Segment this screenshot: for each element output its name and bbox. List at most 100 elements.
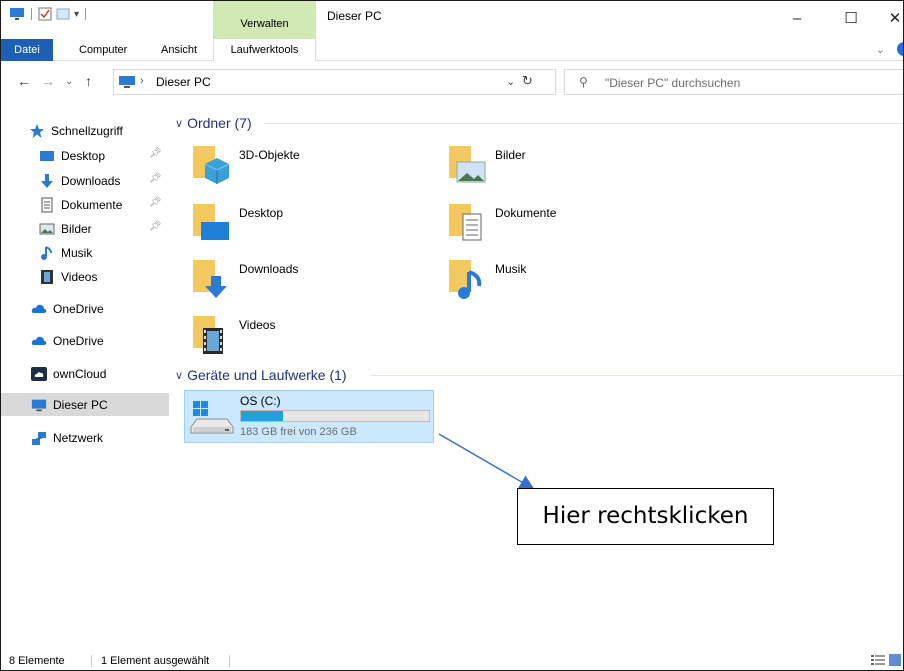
navigation-pane: Schnellzugriff Desktop 📌︎ Downloads 📌︎ D… — [1, 102, 169, 650]
close-icon: ✕ — [888, 10, 902, 27]
sidebar-item-onedrive[interactable]: OneDrive — [1, 297, 169, 320]
sidebar-item-downloads[interactable]: Downloads 📌︎ — [1, 169, 169, 192]
folder-downloads[interactable]: Downloads — [171, 254, 411, 304]
status-bar: 8 Elemente 1 Element ausgewählt — [1, 650, 903, 670]
sidebar-item-label: OneDrive — [53, 333, 104, 348]
cloud-icon — [31, 304, 47, 313]
drive-usage-bar — [240, 410, 430, 422]
sidebar-item-onedrive-2[interactable]: OneDrive — [1, 329, 169, 352]
back-arrow-icon[interactable]: ← — [17, 73, 31, 89]
recent-locations-icon[interactable]: ⌄ — [65, 76, 73, 87]
explorer-window: ▾ Verwalten Dieser PC – ☐ ✕ Datei Comput… — [0, 0, 904, 671]
group-header-ordner[interactable]: ∨ Ordner (7) — [175, 113, 252, 133]
large-icons-view-icon[interactable] — [889, 654, 901, 666]
videos-folder-icon — [193, 316, 223, 354]
folder-musik[interactable]: Musik — [427, 254, 667, 304]
sidebar-item-videos[interactable]: Videos — [1, 265, 169, 288]
sidebar-item-label: Bilder — [61, 221, 92, 236]
status-separator — [91, 655, 92, 667]
pc-icon[interactable] — [9, 7, 25, 21]
up-arrow-icon[interactable]: ↑ — [85, 73, 92, 89]
annotation-callout: Hier rechtsklicken — [517, 488, 774, 545]
sidebar-item-desktop[interactable]: Desktop 📌︎ — [1, 144, 169, 167]
pin-icon[interactable]: 📌︎ — [149, 148, 162, 159]
view-switcher — [871, 654, 901, 666]
pin-icon[interactable]: 📌︎ — [149, 197, 162, 208]
forward-arrow-icon[interactable]: → — [41, 73, 55, 89]
pc-icon — [119, 76, 135, 88]
windows-drive-icon — [190, 401, 234, 434]
owncloud-icon — [31, 366, 47, 381]
folder-dokumente[interactable]: Dokumente — [427, 198, 667, 248]
quick-access-toolbar: ▾ — [9, 7, 88, 21]
drive-label: OS (C:) — [240, 394, 281, 408]
folder-bilder[interactable]: Bilder — [427, 140, 667, 190]
address-bar[interactable]: › Dieser PC ⌄ — [113, 69, 556, 95]
sidebar-item-musik[interactable]: Musik — [1, 241, 169, 264]
toolbar-separator — [31, 8, 32, 20]
sidebar-item-netzwerk[interactable]: Netzwerk — [1, 426, 169, 449]
properties-icon[interactable] — [38, 7, 52, 21]
cloud-icon — [31, 336, 47, 345]
customize-qat-icon[interactable]: ▾ — [74, 9, 79, 20]
pin-icon[interactable]: 📌︎ — [149, 221, 162, 232]
drive-usage-fill — [241, 411, 284, 421]
folder-label: 3D-Objekte — [239, 148, 300, 162]
address-dropdown-icon[interactable]: ⌄ — [506, 75, 515, 88]
refresh-icon[interactable]: ↻ — [522, 73, 533, 89]
chevron-down-icon[interactable]: ∨ — [175, 369, 183, 382]
film-icon — [41, 269, 53, 284]
sidebar-item-bilder[interactable]: Bilder 📌︎ — [1, 217, 169, 240]
breadcrumb-separator-icon[interactable]: › — [140, 75, 144, 87]
minimize-icon: – — [792, 9, 802, 27]
sidebar-item-label: Desktop — [61, 148, 106, 163]
pictures-folder-icon — [449, 146, 486, 183]
folder-videos[interactable]: Videos — [171, 310, 411, 360]
group-divider — [265, 123, 903, 124]
sidebar-item-schnellzugriff[interactable]: Schnellzugriff — [1, 119, 169, 142]
folder-3d-objekte[interactable]: 3D-Objekte — [171, 140, 411, 190]
maximize-button[interactable]: ☐ — [829, 5, 873, 31]
new-folder-icon[interactable] — [56, 7, 70, 21]
folder-label: Desktop — [239, 206, 284, 220]
3d-objects-folder-icon — [193, 146, 230, 184]
context-tab-group-header: Verwalten — [213, 1, 316, 39]
download-arrow-icon — [41, 173, 53, 188]
documents-folder-icon — [449, 204, 482, 241]
breadcrumb[interactable]: Dieser PC — [156, 75, 211, 89]
drive-os-c[interactable]: OS (C:) 183 GB frei von 236 GB — [184, 390, 434, 443]
group-header-label: Ordner (7) — [187, 115, 252, 131]
desktop-folder-icon — [193, 204, 229, 240]
folder-desktop[interactable]: Desktop — [171, 198, 411, 248]
sidebar-item-label: OneDrive — [53, 301, 104, 316]
tab-datei[interactable]: Datei — [1, 39, 53, 61]
sidebar-item-dokumente[interactable]: Dokumente 📌︎ — [1, 193, 169, 216]
help-icon[interactable] — [897, 42, 903, 56]
maximize-icon: ☐ — [844, 10, 858, 27]
sidebar-item-dieser-pc[interactable]: Dieser PC — [1, 393, 169, 416]
folder-label: Dokumente — [495, 206, 557, 220]
music-note-icon — [41, 245, 52, 260]
sidebar-item-owncloud[interactable]: ownCloud — [1, 362, 169, 385]
pc-icon — [31, 399, 47, 411]
selection-count: 1 Element ausgewählt — [101, 655, 210, 667]
expand-ribbon-icon[interactable]: ⌄ — [876, 43, 885, 56]
tab-laufwerktools[interactable]: Laufwerktools — [213, 39, 316, 61]
close-button[interactable]: ✕ — [873, 5, 903, 31]
sidebar-item-label: Videos — [61, 269, 98, 284]
music-folder-icon — [449, 260, 482, 299]
minimize-button[interactable]: – — [775, 5, 819, 31]
document-icon — [41, 197, 53, 212]
tab-computer[interactable]: Computer — [71, 39, 135, 61]
address-row: ← → ⌄ ↑ › Dieser PC ⌄ ↻ ⚲ "Dieser PC" du… — [1, 62, 903, 102]
folder-label: Downloads — [239, 262, 299, 276]
group-header-laufwerke[interactable]: ∨ Geräte und Laufwerke (1) — [175, 365, 347, 385]
tab-ansicht[interactable]: Ansicht — [153, 39, 205, 61]
ribbon-tabs: Datei Computer Ansicht Laufwerktools ⌄ — [1, 39, 903, 61]
chevron-down-icon[interactable]: ∨ — [175, 117, 183, 130]
folder-label: Videos — [239, 318, 276, 332]
pin-icon[interactable]: 📌︎ — [149, 173, 162, 184]
search-input[interactable]: ⚲ "Dieser PC" durchsuchen — [564, 69, 903, 95]
sidebar-item-label: Musik — [61, 245, 93, 260]
details-view-icon[interactable] — [871, 654, 885, 666]
